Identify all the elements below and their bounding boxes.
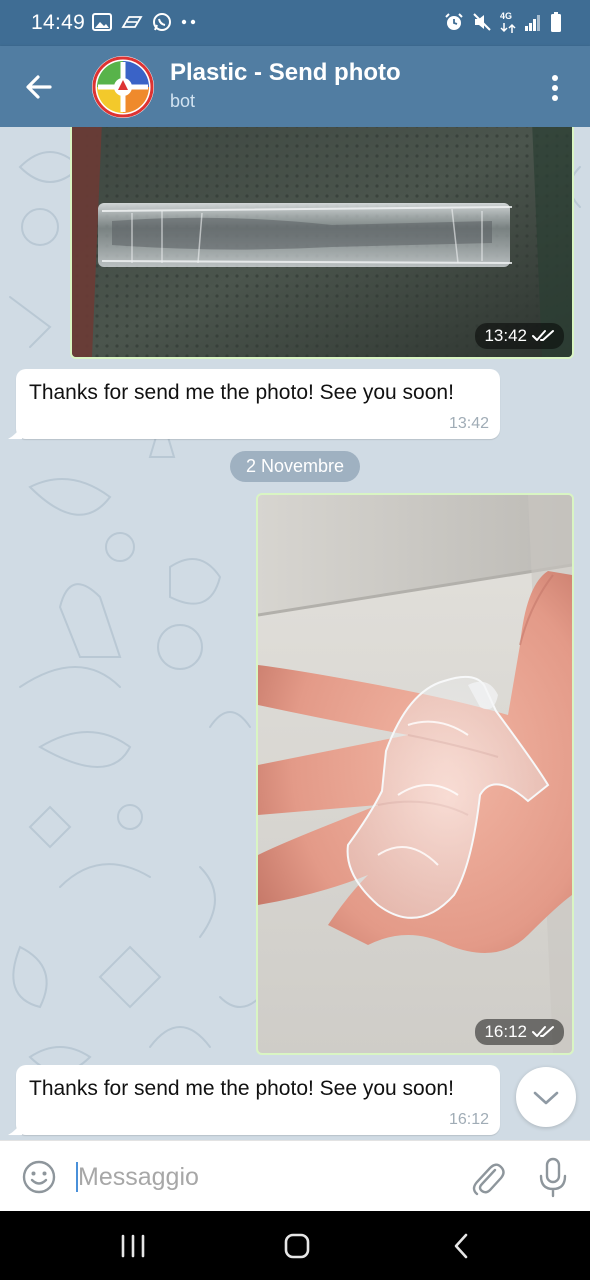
- microphone-icon[interactable]: [536, 1156, 570, 1198]
- chat-title[interactable]: Plastic - Send photo: [170, 59, 401, 87]
- message-composer: Messaggio: [0, 1140, 590, 1211]
- chevron-down-icon: [533, 1091, 559, 1105]
- photo-time-pill: 16:12: [475, 1019, 564, 1045]
- status-bar: 14:49 4G: [0, 0, 590, 46]
- message-time: 16:12: [448, 1111, 489, 1128]
- message-input-placeholder: Messaggio: [78, 1163, 199, 1191]
- photo-plastic-in-hand: [258, 495, 572, 1053]
- scroll-to-bottom-button[interactable]: [516, 1067, 576, 1127]
- message-time: 13:42: [484, 326, 527, 345]
- message-text: Thanks for send me the photo! See you so…: [29, 381, 454, 404]
- more-vert-icon[interactable]: [540, 68, 570, 108]
- message-input[interactable]: Messaggio: [76, 1156, 456, 1196]
- recent-apps-icon[interactable]: [113, 1229, 153, 1263]
- image-icon: [92, 13, 112, 31]
- message-text: Thanks for send me the photo! See you so…: [29, 1077, 454, 1100]
- mute-icon: [473, 13, 491, 31]
- alarm-icon: [445, 13, 463, 30]
- back-arrow-icon[interactable]: [18, 66, 60, 108]
- photo-time-pill: 13:42: [475, 323, 564, 349]
- whatsapp-icon: [153, 13, 171, 31]
- bot-avatar[interactable]: [92, 56, 154, 118]
- double-check-icon: [532, 330, 554, 341]
- outgoing-photo-message[interactable]: 16:12: [256, 493, 574, 1055]
- outgoing-photo-message[interactable]: 13:42: [70, 127, 574, 359]
- message-list[interactable]: 13:42 Thanks for send me the photo! See …: [0, 127, 590, 1140]
- bubble-tail: [8, 1121, 22, 1135]
- emoji-icon[interactable]: [20, 1158, 58, 1196]
- message-time: 16:12: [484, 1022, 527, 1041]
- bubble-tail: [8, 425, 22, 439]
- double-check-icon: [532, 1026, 554, 1037]
- chat-header: Plastic - Send photo bot: [0, 46, 590, 127]
- message-time: 13:42: [448, 415, 489, 432]
- network-label: 4G: [500, 11, 513, 21]
- status-time: 14:49: [31, 11, 86, 34]
- paperclip-icon[interactable]: [468, 1158, 506, 1198]
- network-4g-icon: 4G: [500, 11, 516, 33]
- chat-subtitle: bot: [170, 91, 196, 111]
- back-nav-icon[interactable]: [442, 1229, 482, 1263]
- incoming-text-message[interactable]: Thanks for send me the photo! See you so…: [8, 369, 500, 439]
- date-separator: 2 Novembre: [230, 451, 360, 482]
- cast-icon: [121, 16, 143, 28]
- battery-icon: [551, 12, 561, 32]
- system-navigation-bar: [0, 1211, 590, 1280]
- incoming-text-message[interactable]: Thanks for send me the photo! See you so…: [8, 1065, 500, 1135]
- home-icon[interactable]: [277, 1229, 317, 1263]
- signal-icon: [525, 15, 540, 31]
- more-dots-icon: [181, 19, 196, 25]
- date-label: 2 Novembre: [245, 456, 345, 476]
- bot-logo-icon: [92, 56, 154, 118]
